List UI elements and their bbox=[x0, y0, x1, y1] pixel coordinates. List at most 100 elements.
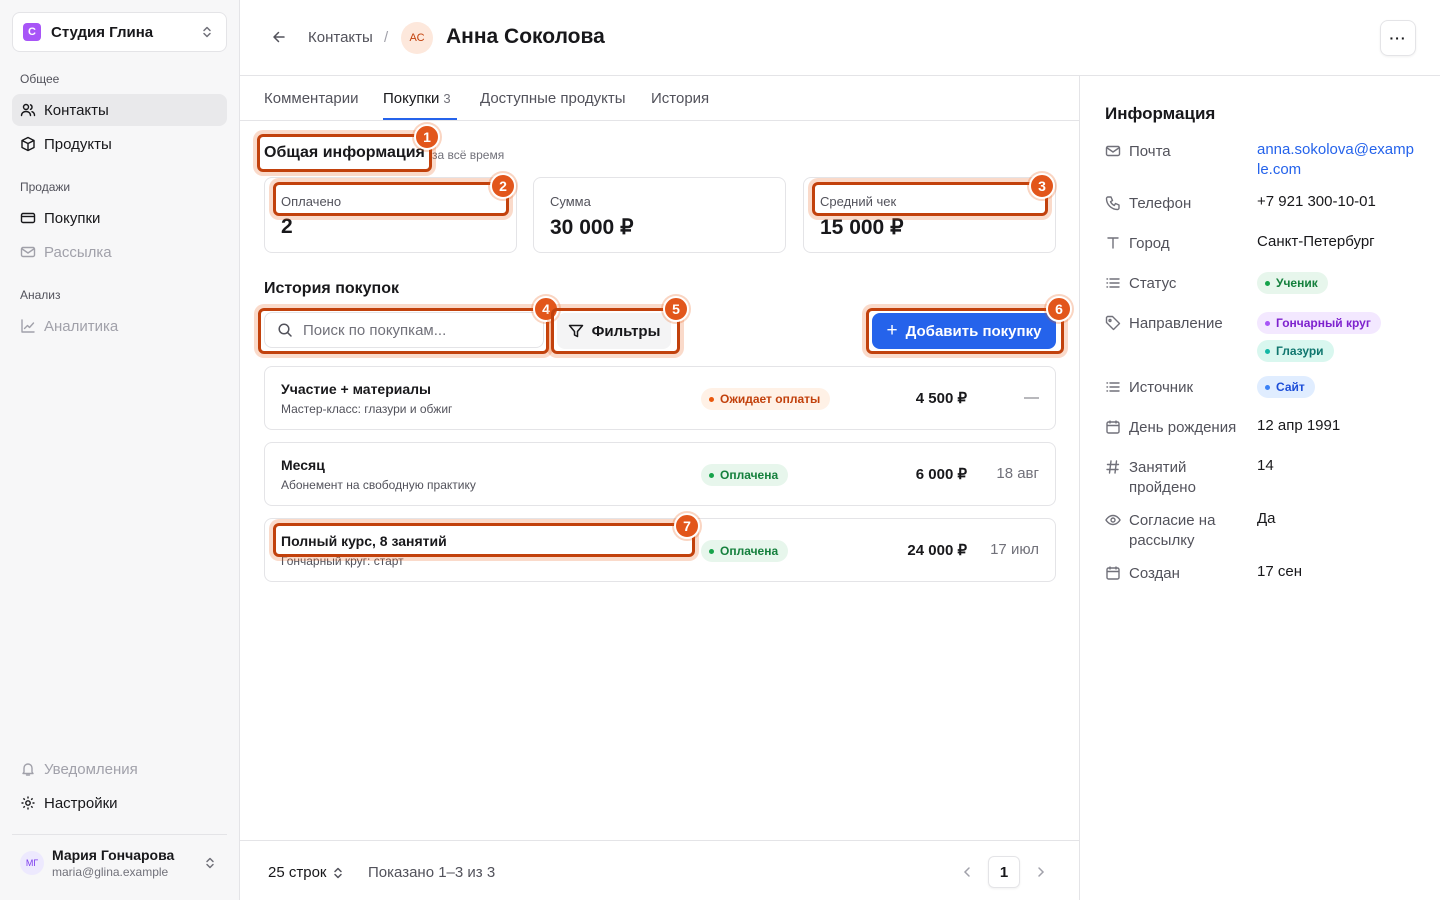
page-header: Контакты / АС Анна Соколова ··· bbox=[240, 0, 1440, 76]
status-badge: Ученик bbox=[1257, 272, 1328, 294]
tag-icon bbox=[1105, 315, 1121, 331]
workspace-logo: С bbox=[23, 23, 41, 41]
table-footer: 25 строк Показано 1–3 из 3 1 bbox=[240, 840, 1080, 900]
stat-card-average: Средний чек 15 000 ₽ bbox=[803, 177, 1056, 253]
rows-per-page-label: 25 строк bbox=[268, 864, 327, 881]
filters-button[interactable]: Фильтры bbox=[557, 313, 671, 349]
search-icon bbox=[277, 322, 293, 338]
sidebar-item-contacts[interactable]: Контакты bbox=[12, 94, 227, 126]
arrow-left-icon[interactable] bbox=[270, 28, 288, 49]
sidebar-item-notifications[interactable]: Уведомления bbox=[12, 753, 227, 785]
tab-bar: Комментарии Покупки 3 Доступные продукты … bbox=[240, 76, 1080, 121]
annotation-marker: 3 bbox=[1029, 173, 1055, 199]
overview-subtitle: за всё время bbox=[432, 148, 505, 162]
email-link[interactable]: anna.sokolova@example.com bbox=[1257, 140, 1417, 180]
breadcrumb-contacts[interactable]: Контакты bbox=[308, 29, 373, 46]
history-title: История покупок bbox=[264, 280, 399, 297]
sidebar-item-label: Уведомления bbox=[44, 760, 138, 778]
tab-count: 3 bbox=[443, 91, 451, 106]
chart-line-icon bbox=[20, 318, 36, 334]
table-row[interactable]: Месяц Абонемент на свободную практику Оп… bbox=[264, 442, 1056, 506]
status-badge: Ожидает оплаты bbox=[701, 388, 831, 410]
tab-history[interactable]: История bbox=[651, 90, 709, 107]
chevron-updown-icon bbox=[203, 856, 217, 870]
info-label-status: Статус bbox=[1105, 274, 1244, 294]
avatar: МГ bbox=[20, 850, 44, 875]
rows-per-page-select[interactable]: 25 строк bbox=[268, 864, 344, 881]
info-label-source: Источник bbox=[1105, 378, 1244, 398]
created-value: 17 сен bbox=[1257, 563, 1302, 580]
active-tab-indicator bbox=[383, 118, 457, 120]
table-row[interactable]: Участие + материалы Мастер-класс: глазур… bbox=[264, 366, 1056, 430]
tab-label: Комментарии bbox=[264, 90, 359, 107]
main-content: Комментарии Покупки 3 Доступные продукты … bbox=[240, 76, 1080, 900]
page-button-current[interactable]: 1 bbox=[988, 856, 1020, 888]
purchase-date: — bbox=[1024, 389, 1039, 406]
info-label-email: Почта bbox=[1105, 142, 1244, 162]
sidebar-item-label: Настройки bbox=[44, 794, 118, 812]
info-label-birthday: День рождения bbox=[1105, 418, 1244, 438]
tab-available-products[interactable]: Доступные продукты bbox=[480, 90, 626, 107]
tab-purchases[interactable]: Покупки 3 bbox=[383, 90, 451, 107]
info-label-lessons: Занятий пройдено bbox=[1105, 458, 1244, 498]
user-menu[interactable]: МГ Мария Гончарова maria@glina.example bbox=[12, 834, 227, 890]
credit-card-icon bbox=[20, 210, 36, 226]
search-field[interactable] bbox=[264, 312, 544, 348]
workspace-switcher[interactable]: С Студия Глина bbox=[12, 12, 227, 52]
chevron-left-icon[interactable] bbox=[960, 865, 974, 882]
search-input[interactable] bbox=[303, 321, 533, 339]
purchase-title: Участие + материалы bbox=[281, 381, 432, 397]
sidebar-item-purchases[interactable]: Покупки bbox=[12, 202, 227, 234]
sidebar-item-label: Рассылка bbox=[44, 243, 112, 261]
user-name: Мария Гончарова bbox=[52, 846, 175, 863]
sidebar-item-label: Продукты bbox=[44, 135, 112, 153]
sidebar-item-label: Покупки bbox=[44, 209, 101, 227]
phone-value: +7 921 300-10-01 bbox=[1257, 193, 1376, 210]
lessons-value: 14 bbox=[1257, 457, 1274, 474]
nav-section-general: Общее bbox=[20, 72, 60, 86]
table-row[interactable]: Полный курс, 8 занятий Гончарный круг: с… bbox=[264, 518, 1056, 582]
phone-icon bbox=[1105, 195, 1121, 211]
bell-icon bbox=[20, 761, 36, 777]
stat-value: 15 000 ₽ bbox=[820, 216, 904, 239]
nav-section-sales: Продажи bbox=[20, 180, 71, 194]
add-purchase-button[interactable]: + Добавить покупку bbox=[872, 313, 1056, 349]
hash-icon bbox=[1105, 459, 1121, 475]
annotation-marker: 7 bbox=[674, 513, 700, 539]
text-icon bbox=[1105, 235, 1121, 251]
contact-avatar: АС bbox=[401, 22, 433, 54]
purchase-price: 24 000 ₽ bbox=[907, 542, 967, 559]
stat-value: 2 bbox=[281, 215, 293, 238]
gear-icon bbox=[20, 795, 36, 811]
sidebar-item-products[interactable]: Продукты bbox=[12, 128, 227, 160]
annotation-marker: 5 bbox=[663, 296, 689, 322]
add-purchase-label: Добавить покупку bbox=[905, 322, 1042, 340]
more-actions-button[interactable]: ··· bbox=[1380, 20, 1416, 56]
stat-card-paid: Оплачено 2 bbox=[264, 177, 517, 253]
annotation-marker: 6 bbox=[1046, 296, 1072, 322]
plus-icon: + bbox=[886, 320, 898, 341]
mail-icon bbox=[1105, 143, 1121, 159]
mail-icon bbox=[20, 244, 36, 260]
filters-label: Фильтры bbox=[591, 322, 661, 340]
breadcrumb-separator: / bbox=[384, 29, 389, 46]
list-icon bbox=[1105, 379, 1121, 395]
chevron-right-icon[interactable] bbox=[1034, 865, 1048, 882]
consent-value: Да bbox=[1257, 510, 1276, 527]
sidebar-item-analytics[interactable]: Аналитика bbox=[12, 310, 227, 342]
tab-comments[interactable]: Комментарии bbox=[264, 90, 358, 107]
purchase-price: 4 500 ₽ bbox=[915, 390, 967, 407]
calendar-icon bbox=[1105, 565, 1121, 581]
info-title: Информация bbox=[1105, 104, 1216, 123]
sidebar-item-settings[interactable]: Настройки bbox=[12, 787, 227, 819]
info-label-city: Город bbox=[1105, 234, 1244, 254]
users-icon bbox=[20, 102, 36, 118]
pagination-summary: Показано 1–3 из 3 bbox=[368, 864, 496, 881]
eye-icon bbox=[1105, 512, 1121, 528]
purchase-title: Месяц bbox=[281, 457, 325, 473]
calendar-icon bbox=[1105, 419, 1121, 435]
stat-label: Сумма bbox=[550, 194, 591, 209]
sidebar-item-mailing[interactable]: Рассылка bbox=[12, 236, 227, 268]
sidebar-item-label: Контакты bbox=[44, 101, 109, 119]
purchase-subtitle: Гончарный круг: старт bbox=[281, 554, 404, 568]
